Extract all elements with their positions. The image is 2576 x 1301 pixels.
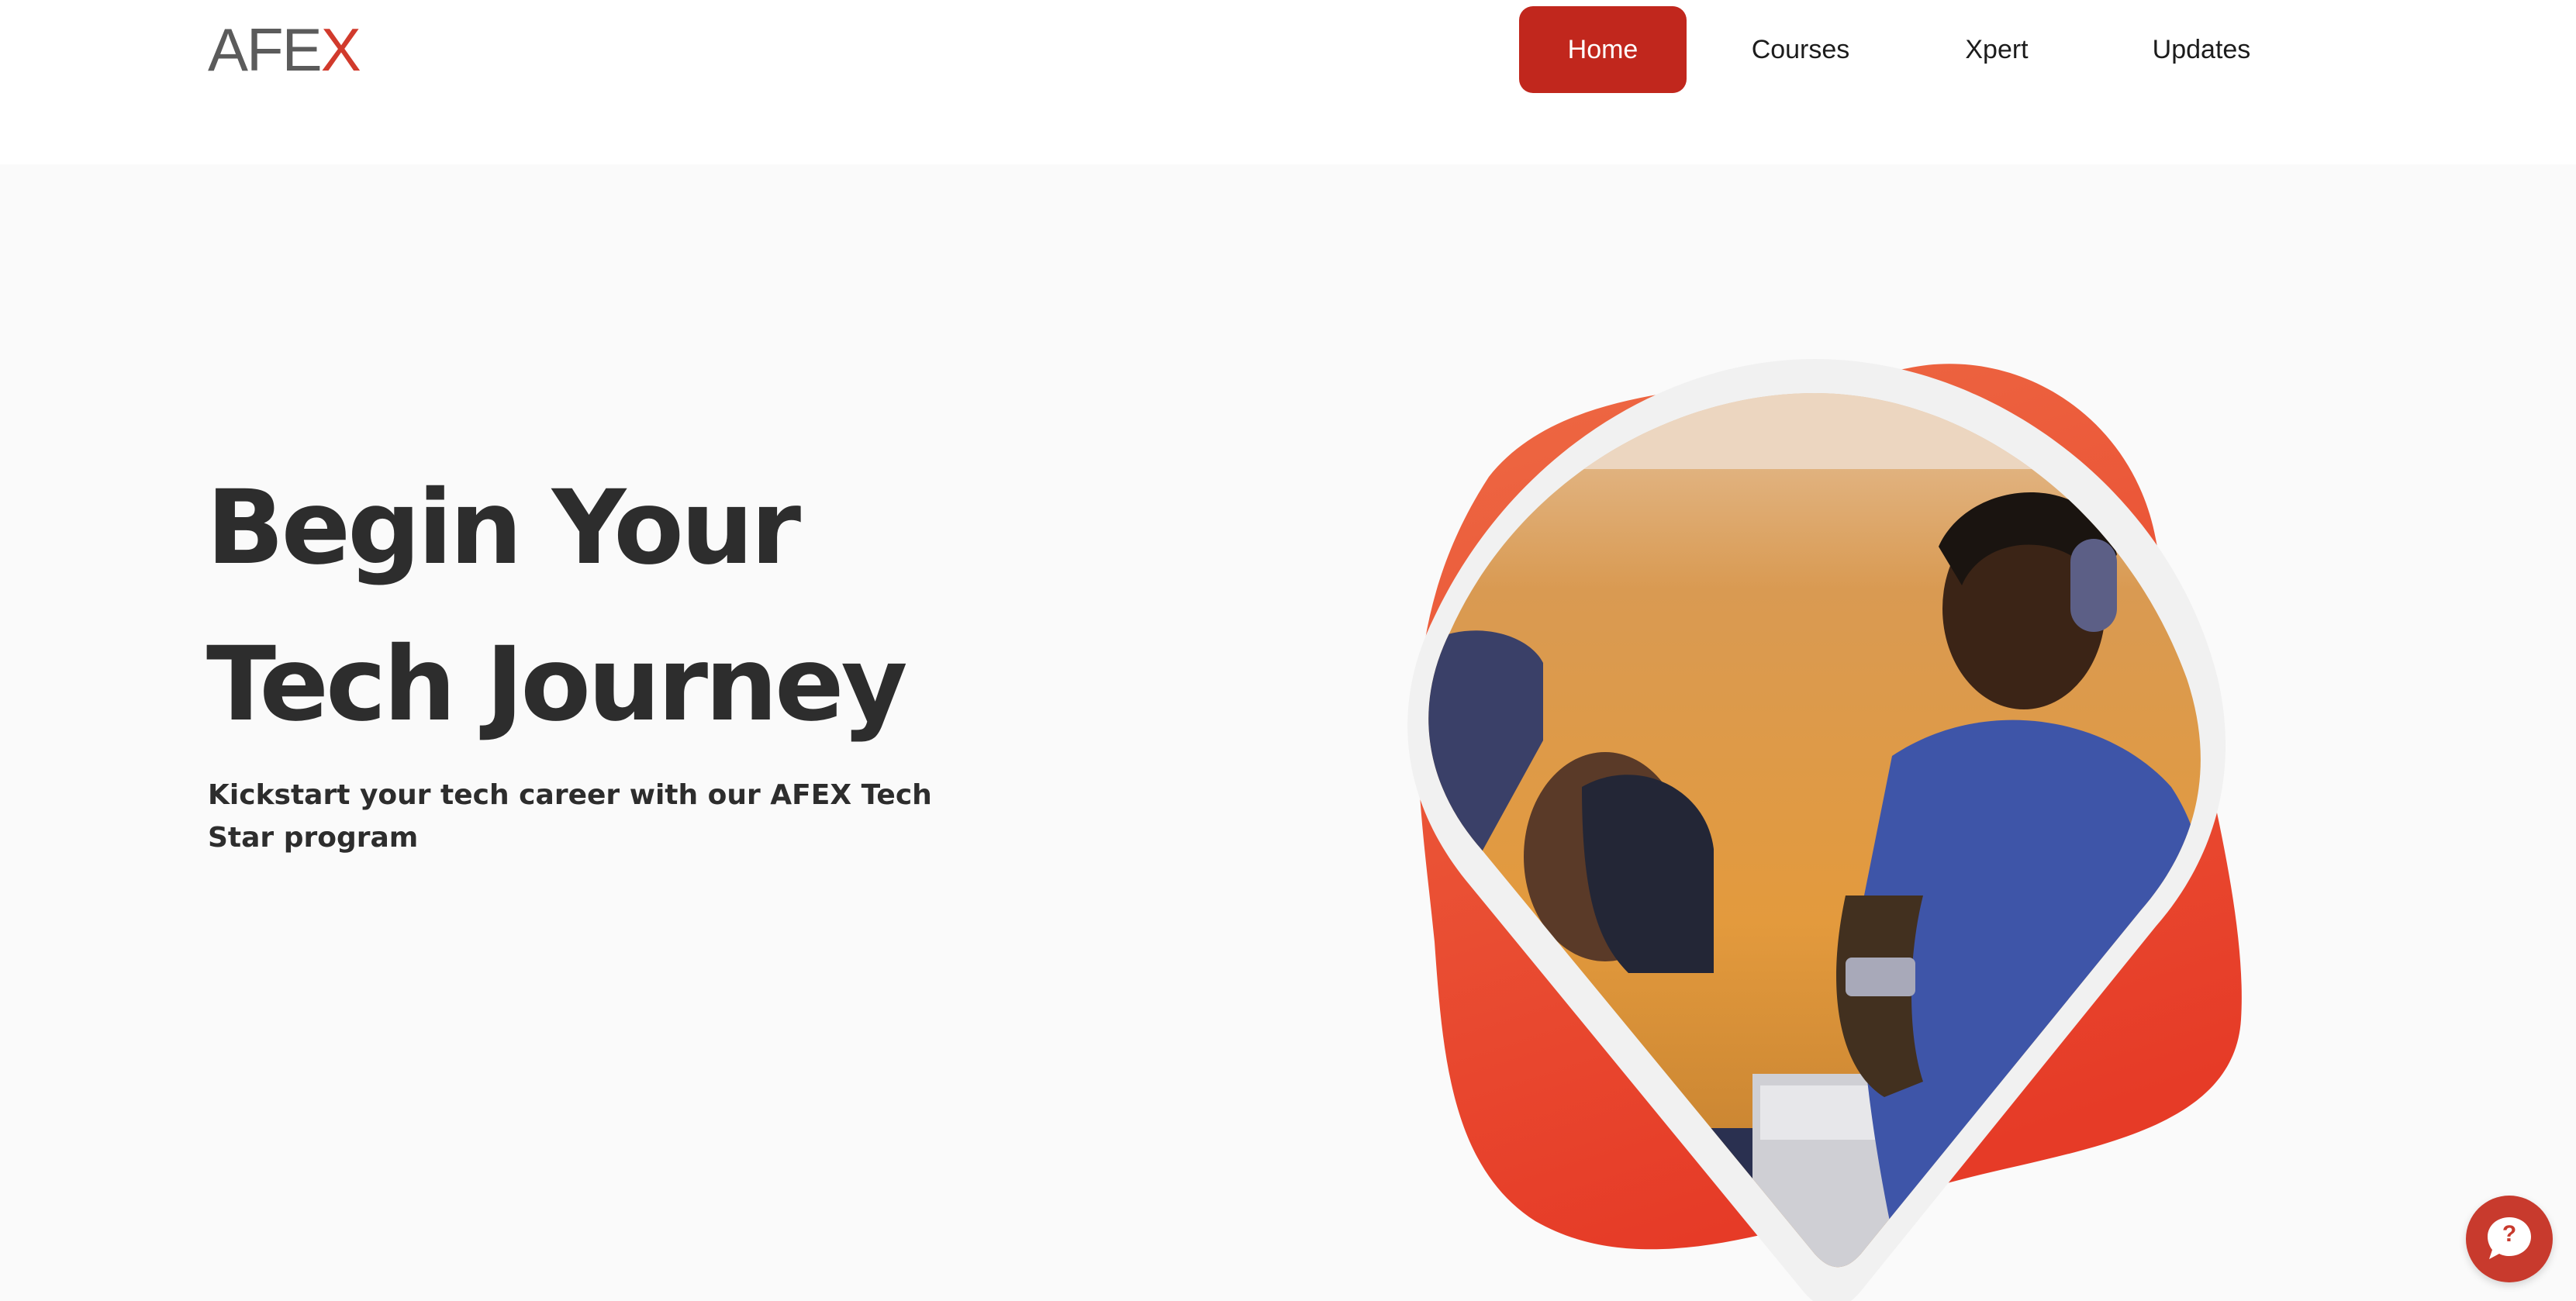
hero-subtitle: Kickstart your tech career with our AFEX… bbox=[208, 779, 932, 854]
nav-home[interactable]: Home bbox=[1519, 6, 1687, 93]
nav-xpert[interactable]: Xpert bbox=[1939, 6, 2055, 93]
hero-title-line-1: Begin Your bbox=[206, 468, 801, 588]
hero-image bbox=[1407, 359, 2242, 1301]
top-navigation-bar: AFEX Home Courses Xpert Updates bbox=[0, 0, 2576, 164]
nav-updates[interactable]: Updates bbox=[2131, 6, 2272, 93]
nav-courses[interactable]: Courses bbox=[1729, 6, 1872, 93]
hero-title-line-2: Tech Journey bbox=[206, 625, 908, 744]
main-nav: Home Courses Xpert Updates bbox=[0, 6, 2576, 93]
help-chat-button[interactable]: ? bbox=[2466, 1196, 2553, 1282]
hero-title: Begin Your Tech Journey bbox=[206, 450, 1137, 763]
help-glyph: ? bbox=[2502, 1221, 2517, 1247]
